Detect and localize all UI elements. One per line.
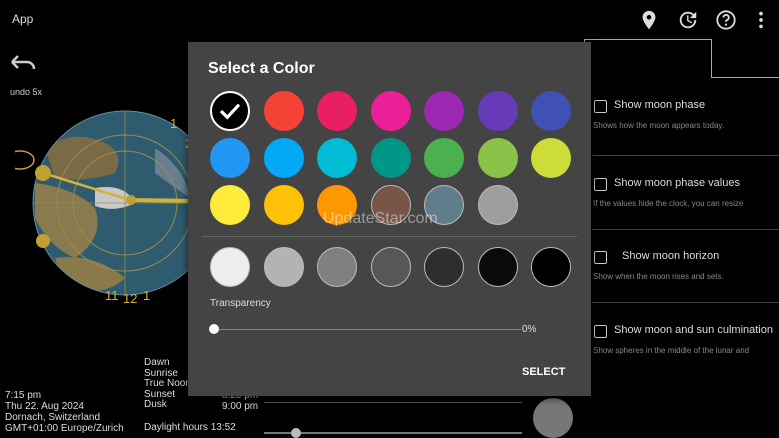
divider: [202, 236, 577, 237]
color-swatch[interactable]: [263, 138, 304, 178]
divider: [264, 402, 522, 403]
tab-border: [711, 39, 712, 77]
gray-swatch[interactable]: [210, 247, 250, 287]
gray-swatch[interactable]: [370, 247, 411, 287]
setting-description: Show when the moon rises and sets.: [593, 272, 724, 281]
checkbox[interactable]: [594, 251, 607, 264]
transparency-slider-track[interactable]: [214, 329, 521, 330]
setting-description: If the values hide the clock, you can re…: [593, 199, 744, 208]
svg-text:12: 12: [123, 291, 137, 306]
sun-events-list: Dawn Sunrise True Noon Sunset Dusk: [144, 357, 191, 411]
event-dusk: Dusk: [144, 399, 167, 410]
svg-text:11: 11: [105, 288, 119, 303]
tab-border: [711, 77, 779, 78]
color-swatch[interactable]: [477, 138, 518, 178]
transparency-label: Transparency: [210, 298, 271, 309]
more-vert-icon[interactable]: [750, 9, 772, 31]
color-swatch[interactable]: [424, 138, 464, 178]
color-swatch[interactable]: [370, 91, 411, 131]
color-swatch[interactable]: [210, 91, 250, 131]
color-swatch[interactable]: [424, 91, 464, 131]
event-dawn: Dawn: [144, 357, 170, 368]
setting-description: Show spheres in the middle of the lunar …: [593, 346, 750, 355]
svg-text:1: 1: [143, 288, 150, 303]
current-date: Thu 22. Aug 2024: [5, 401, 84, 412]
color-swatch[interactable]: [317, 91, 357, 131]
gray-swatch[interactable]: [531, 247, 571, 287]
location-pin-icon[interactable]: [638, 9, 660, 31]
color-swatch[interactable]: [210, 185, 250, 225]
daylight-hours: Daylight hours 13:52: [144, 422, 236, 433]
current-time: 7:15 pm: [5, 390, 42, 401]
divider: [592, 229, 779, 230]
gray-swatch[interactable]: [317, 247, 357, 287]
setting-title: Show moon phase values: [614, 177, 740, 189]
setting-title: Show moon and sun culmination: [614, 324, 773, 336]
divider: [592, 302, 779, 303]
undo-icon[interactable]: [8, 52, 38, 74]
gray-swatch[interactable]: [424, 247, 464, 287]
color-swatch[interactable]: [477, 91, 518, 131]
location-name: Dornach, Switzerland: [5, 412, 101, 423]
event-time-dusk: 9:00 pm: [222, 400, 259, 412]
color-swatch[interactable]: [210, 138, 250, 178]
setting-title: Show moon horizon: [622, 250, 720, 262]
color-picker-dialog: Select a Color Transparency 0% SELECT Up…: [188, 42, 591, 396]
setting-title: Show moon phase: [614, 99, 706, 111]
color-swatch[interactable]: [531, 91, 571, 131]
watermark: UpdateStar.com: [323, 210, 438, 227]
dialog-title: Select a Color: [208, 60, 315, 77]
color-swatch[interactable]: [477, 185, 518, 225]
transparency-value: 0%: [522, 324, 537, 335]
timezone: GMT+01:00 Europe/Zurich: [5, 423, 124, 434]
color-swatch[interactable]: [263, 185, 304, 225]
help-icon[interactable]: [715, 9, 737, 31]
color-swatch[interactable]: [531, 138, 571, 178]
divider: [592, 155, 779, 156]
svg-text:1: 1: [170, 116, 177, 131]
refresh-clock-icon[interactable]: [677, 9, 699, 31]
select-button[interactable]: SELECT: [522, 366, 565, 378]
moon-preview: [533, 398, 573, 438]
time-slider-handle[interactable]: [291, 428, 301, 438]
event-true-noon: True Noon: [144, 378, 191, 389]
checkbox[interactable]: [594, 178, 607, 191]
color-swatch[interactable]: [317, 138, 357, 178]
transparency-slider-handle[interactable]: [209, 324, 219, 334]
gray-swatch[interactable]: [477, 247, 518, 287]
checkbox[interactable]: [594, 100, 607, 113]
setting-description: Shows how the moon appears today.: [593, 121, 725, 130]
time-slider-track[interactable]: [264, 432, 522, 434]
sun-clock-dial[interactable]: 1 2 12 1 11: [15, 88, 200, 313]
checkmark-icon: [219, 103, 241, 120]
checkbox[interactable]: [594, 325, 607, 338]
color-swatch[interactable]: [263, 91, 304, 131]
gray-swatch[interactable]: [263, 247, 304, 287]
tab-border: [584, 39, 712, 40]
app-title: App: [12, 12, 34, 26]
color-swatch[interactable]: [370, 138, 411, 178]
